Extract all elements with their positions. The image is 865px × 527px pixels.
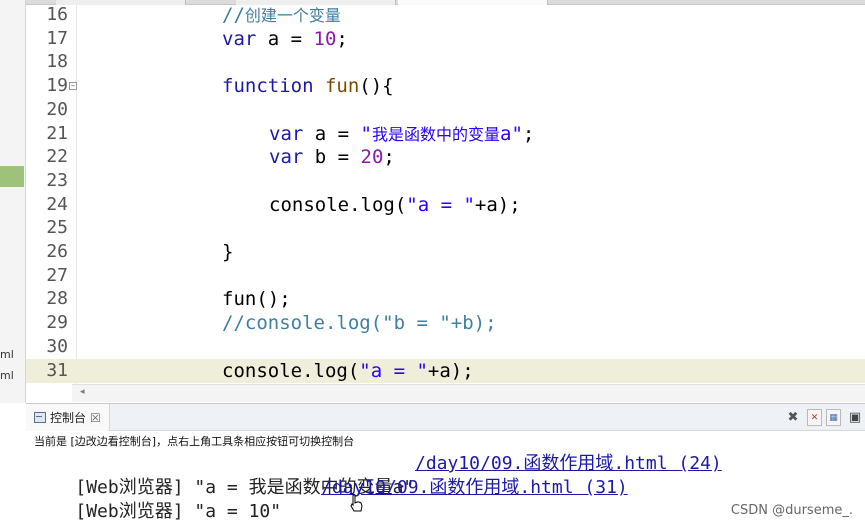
code-token: +a); (427, 359, 474, 382)
display-icon[interactable]: ▣ (845, 408, 865, 428)
code-editor[interactable]: 16 //创建一个变量 17 var a = 10; 18 19− function fun… (26, 5, 865, 384)
explorer-file-fragment[interactable]: ml (0, 348, 14, 361)
code-token: } (222, 241, 234, 263)
code-line[interactable]: 24 console.log("a = "+a); (26, 193, 865, 217)
code-token: b = (303, 146, 361, 169)
line-number: 18 (46, 51, 68, 73)
console-status-text: 当前是 [边改边看控制台]，点右上角工具条相应按钮可切换控制台 (34, 435, 355, 448)
code-token: fun (324, 75, 360, 98)
code-line[interactable]: 20 (26, 98, 865, 122)
code-text: //创建一个变量 (222, 5, 341, 28)
line-number: 28 (46, 288, 68, 310)
pin-icon[interactable]: ▦ (826, 409, 841, 426)
code-token: ; (383, 146, 395, 169)
code-line[interactable]: 19− function fun(){ (26, 74, 865, 98)
code-token: "a = " (406, 193, 475, 216)
line-number: 27 (46, 264, 68, 286)
tab-console[interactable]: 控制台 ☒ (26, 404, 110, 431)
line-number: 25 (46, 217, 68, 239)
hand-cursor-icon (350, 494, 363, 512)
code-text: console.log("a = "+a); (269, 193, 521, 217)
console-icon (34, 412, 46, 423)
console-tab-label: 控制台 (50, 411, 87, 425)
code-line[interactable]: 18 (26, 50, 865, 74)
console-source-link[interactable]: /day10/09.函数作用域.html (24) (415, 452, 722, 476)
code-line[interactable]: 21 var a = "我是函数中的变量a"; (26, 122, 865, 146)
line-number: 30 (46, 335, 68, 357)
code-text: console.log("a = "+a); (222, 359, 474, 383)
code-token: //console.log("b = "+b); (222, 312, 497, 335)
code-text: fun(); (222, 287, 291, 311)
watermark: CSDN @durseme_. (730, 503, 853, 518)
code-text: //console.log("b = "+b); (222, 311, 497, 335)
console-output-text: [Web浏览器] "a = 10" (32, 476, 281, 522)
code-text: var b = 20; (269, 145, 395, 169)
code-text: function fun(){ (222, 74, 394, 98)
code-line[interactable]: 29 //console.log("b = "+b); (26, 311, 865, 335)
code-line-current[interactable]: 31 console.log("a = "+a); (26, 358, 865, 383)
code-token: ; (336, 27, 348, 50)
line-number: 23 (46, 169, 68, 191)
line-number: 24 (46, 193, 68, 215)
scroll-left-icon[interactable]: ◂ (80, 387, 85, 397)
code-line[interactable]: 22 var b = 20; (26, 145, 865, 169)
line-number: 19 (46, 75, 68, 97)
code-token: var (269, 122, 304, 145)
console-output-text: [Web浏览器] "a = 我是函数中的变量a" (32, 452, 414, 498)
code-token: a = (256, 27, 314, 50)
line-number: 31 (46, 359, 68, 381)
explorer-file-fragment[interactable]: ml (0, 369, 14, 382)
code-token: a = (303, 122, 361, 145)
code-text: var a = 10; (222, 27, 348, 51)
code-token: console.log( (269, 193, 407, 216)
code-token: fun(); (222, 288, 291, 311)
code-token: 我是函数中的变量 (371, 124, 500, 144)
code-token: "a = " (359, 359, 428, 382)
code-token: +a); (474, 193, 521, 216)
code-line[interactable]: 17 var a = 10; (26, 27, 865, 51)
code-text: } (222, 240, 233, 264)
code-token: " (360, 122, 372, 145)
code-token: function (222, 75, 314, 98)
code-line[interactable]: 30 (26, 335, 865, 359)
console-toolbar: ✖ ✕ ▦ ▣ (783, 406, 865, 429)
line-number: 16 (46, 5, 68, 25)
code-token: console.log( (222, 359, 360, 382)
code-token: 创建一个变量 (244, 6, 341, 25)
line-number: 26 (46, 241, 68, 262)
code-token: // (222, 5, 245, 26)
code-token: ; (522, 122, 535, 145)
line-number: 29 (46, 312, 68, 334)
fold-toggle-icon[interactable]: − (69, 82, 77, 91)
code-line[interactable]: 26} (26, 240, 865, 264)
code-token: 10 (313, 27, 337, 50)
console-output-line-2: [Web浏览器] "a = 10" (75, 501, 282, 522)
code-token: var (269, 146, 304, 169)
code-text: var a = "我是函数中的变量a"; (269, 122, 534, 147)
code-token: (){ (359, 75, 394, 98)
code-token: a" (500, 122, 523, 145)
line-number: 22 (46, 146, 68, 168)
code-line[interactable]: 23 (26, 169, 865, 193)
explorer-selected-item[interactable] (0, 166, 24, 187)
code-token: 20 (360, 146, 384, 169)
editor-horizontal-scrollbar[interactable]: ◂ (72, 384, 865, 402)
console-header: 控制台 ☒ ✖ ✕ ▦ ▣ (26, 404, 865, 431)
clear-console-icon[interactable]: ✖ (783, 408, 803, 428)
code-token: var (222, 27, 257, 50)
copy-icon[interactable]: ✕ (807, 409, 822, 426)
line-number: 20 (46, 98, 68, 120)
close-icon[interactable]: ☒ (90, 411, 101, 425)
line-number: 21 (46, 122, 68, 144)
package-explorer-edge: ml ml (0, 0, 26, 403)
code-line[interactable]: 28 fun(); (26, 287, 865, 311)
console-source-link[interactable]: /day10/09.函数作用域.html (31) (321, 476, 628, 500)
code-line[interactable]: 27 (26, 264, 865, 288)
code-line[interactable]: 16 //创建一个变量 (26, 5, 865, 27)
code-line[interactable]: 25 (26, 216, 865, 240)
line-number: 17 (46, 27, 68, 49)
